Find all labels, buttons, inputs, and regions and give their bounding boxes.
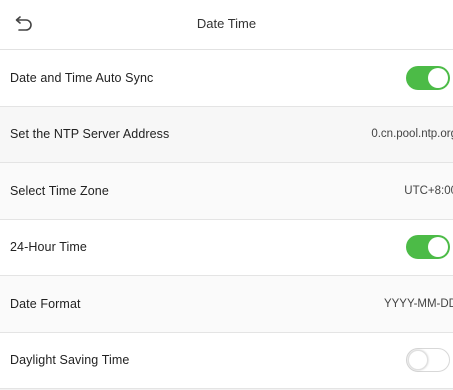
row-label-time-zone: Select Time Zone bbox=[10, 183, 109, 198]
time-zone-value: UTC+8:00 bbox=[404, 184, 453, 197]
ntp-server-value: 0.cn.pool.ntp.org bbox=[371, 128, 453, 141]
date-format-value: YYYY-MM-DD bbox=[383, 297, 453, 310]
toggle-knob bbox=[428, 237, 448, 258]
row-label-date-format: Date Format bbox=[10, 296, 81, 311]
row-label-ntp-server: Set the NTP Server Address bbox=[10, 127, 170, 142]
auto-sync-toggle[interactable] bbox=[406, 65, 450, 90]
date-time-screen: Date Time Date and Time Auto Sync Set th… bbox=[0, 0, 453, 390]
row-ntp-server[interactable]: Set the NTP Server Address 0.cn.pool.ntp… bbox=[0, 106, 453, 163]
row-label-24-hour: 24-Hour Time bbox=[10, 240, 87, 255]
daylight-saving-toggle[interactable] bbox=[406, 348, 450, 373]
settings-list: Date and Time Auto Sync Set the NTP Serv… bbox=[0, 50, 453, 389]
page-title: Date Time bbox=[196, 16, 257, 31]
header-bar: Date Time bbox=[0, 0, 453, 50]
row-time-zone[interactable]: Select Time Zone UTC+8:00 bbox=[0, 163, 453, 220]
row-label-auto-sync: Date and Time Auto Sync bbox=[10, 70, 154, 85]
toggle-knob bbox=[408, 350, 428, 371]
24-hour-toggle[interactable] bbox=[406, 235, 450, 260]
row-date-format[interactable]: Date Format YYYY-MM-DD bbox=[0, 276, 453, 333]
row-24-hour[interactable]: 24-Hour Time bbox=[0, 219, 453, 276]
toggle-knob bbox=[428, 67, 448, 88]
row-label-daylight-saving: Daylight Saving Time bbox=[10, 353, 130, 368]
row-daylight-saving[interactable]: Daylight Saving Time bbox=[0, 332, 453, 389]
row-auto-sync[interactable]: Date and Time Auto Sync bbox=[0, 50, 453, 107]
